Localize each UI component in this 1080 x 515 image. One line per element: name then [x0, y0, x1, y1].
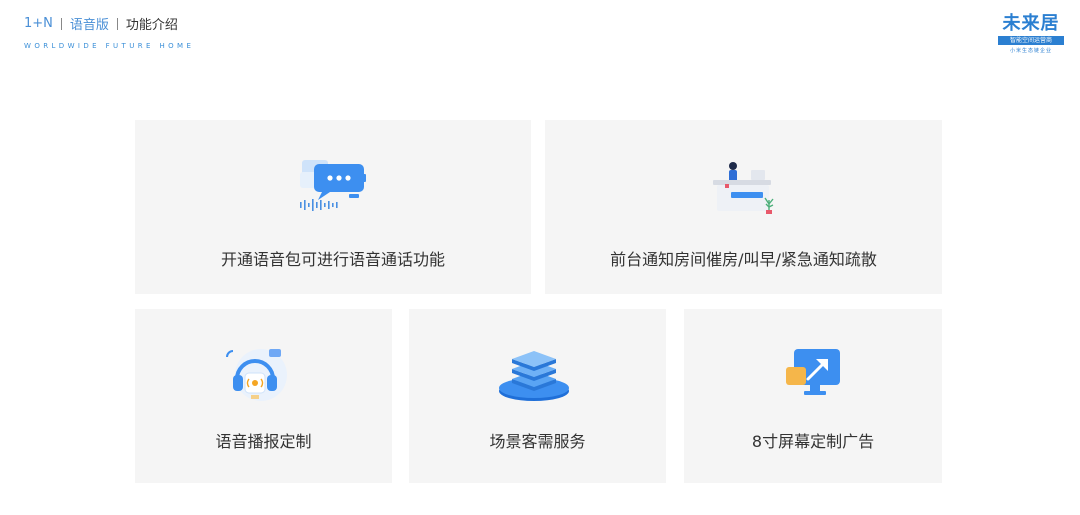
logo-band: 智能空间运营商 — [998, 36, 1064, 45]
logo-title: 未来居 — [1002, 13, 1060, 34]
server-stack-icon — [499, 351, 569, 401]
brand-logo: 未来居 智能空间运营商 小米生态链企业 — [996, 14, 1066, 56]
feature-label: 语音播报定制 — [215, 432, 312, 451]
feature-label: 前台通知房间催房/叫早/紧急通知疏散 — [610, 250, 877, 269]
crumb-page: 功能介绍 — [125, 18, 178, 33]
tagline: WORLDWIDE FUTURE HOME — [24, 42, 195, 50]
reception-desk-icon — [713, 162, 774, 214]
feature-card-voice-call: 开通语音包可进行语音通话功能 — [135, 120, 531, 294]
feature-label: 开通语音包可进行语音通话功能 — [220, 250, 445, 269]
headset-icon — [226, 349, 287, 401]
breadcrumb: 1+N 语音版 功能介绍 — [24, 14, 194, 33]
feature-label: 场景客需服务 — [489, 432, 586, 451]
feature-card-front-desk: 前台通知房间催房/叫早/紧急通知疏散 — [545, 120, 942, 294]
crumb-separator — [60, 17, 62, 30]
feature-card-scene-service: 场景客需服务 — [409, 309, 666, 483]
crumb-product: 1+N — [24, 16, 53, 31]
feature-card-voice-broadcast: 语音播报定制 — [135, 309, 392, 483]
feature-card-screen-ads: 8寸屏幕定制广告 — [684, 309, 942, 483]
logo-sub: 小米生态链企业 — [1009, 48, 1052, 54]
screen-cursor-icon — [786, 349, 840, 395]
crumb-version: 语音版 — [69, 18, 109, 33]
chat-bubble-icon — [300, 160, 366, 211]
page-header: 1+N 语音版 功能介绍 WORLDWIDE FUTURE HOME — [24, 14, 194, 50]
feature-label: 8寸屏幕定制广告 — [751, 432, 875, 451]
crumb-separator — [116, 17, 118, 30]
